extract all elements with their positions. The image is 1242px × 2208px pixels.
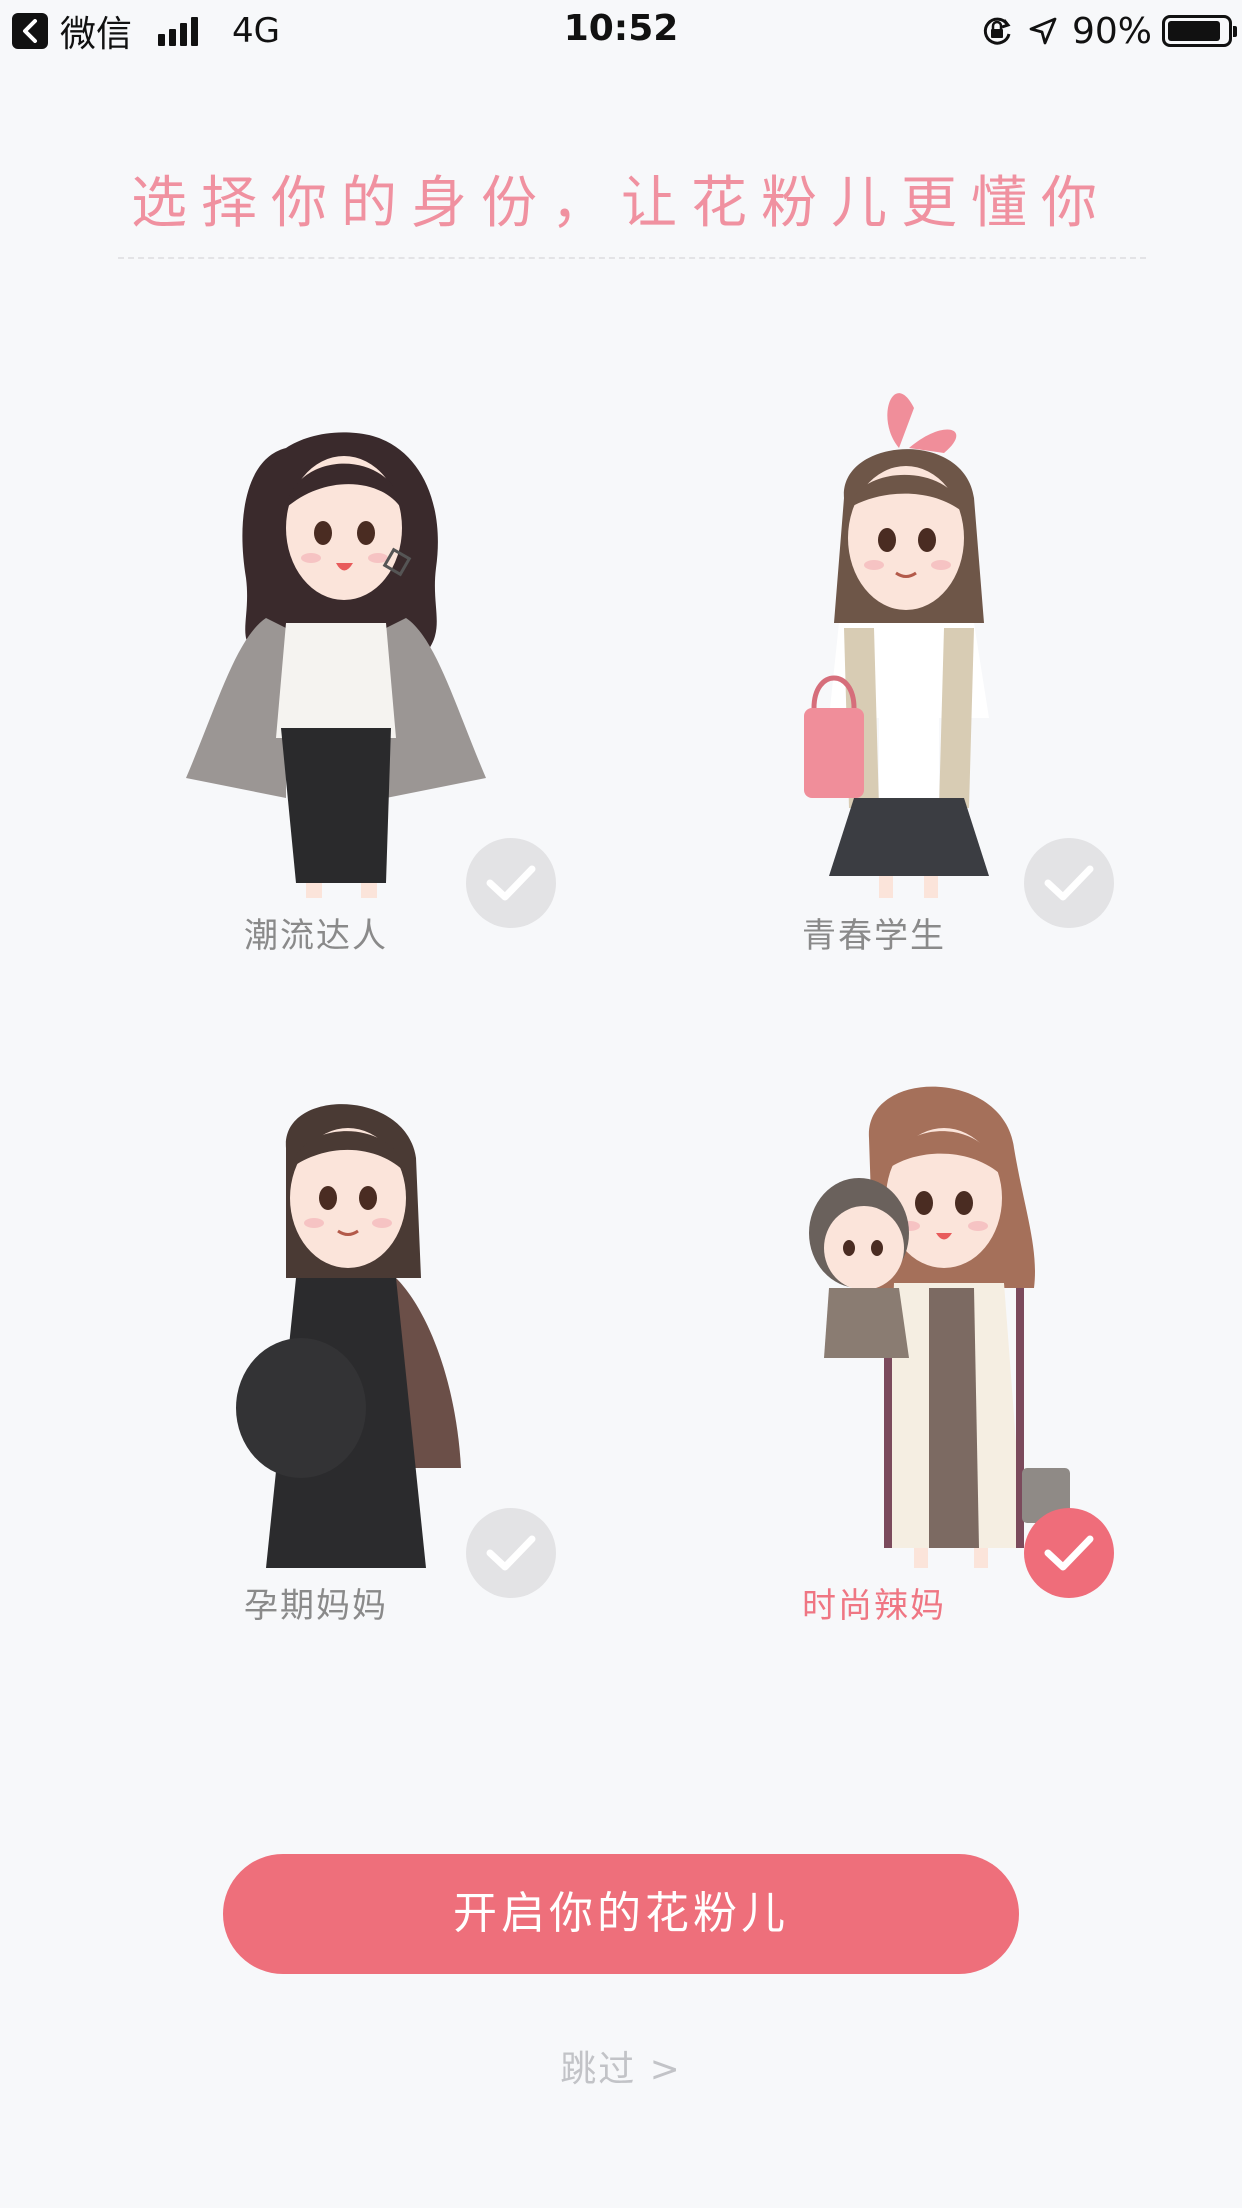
identity-card-student[interactable]: 青春学生 (644, 378, 1204, 978)
identity-label-trendsetter: 潮流达人 (244, 916, 388, 956)
identity-label-pregnant-mom: 孕期妈妈 (244, 1586, 388, 1626)
check-icon[interactable] (466, 1508, 556, 1598)
identity-card-pregnant-mom[interactable]: 孕期妈妈 (86, 1048, 646, 1648)
identity-card-stylish-mom[interactable]: 时尚辣妈 (644, 1048, 1204, 1648)
identity-label-student: 青春学生 (802, 916, 946, 956)
start-button[interactable]: 开启你的花粉儿 (223, 1854, 1019, 1974)
student-illustration (644, 378, 1204, 898)
status-right: 90% (980, 10, 1237, 52)
title-divider (118, 257, 1146, 259)
check-icon[interactable] (466, 838, 556, 928)
identity-card-trendsetter[interactable]: 潮流达人 (86, 378, 646, 978)
skip-link[interactable]: 跳过 > (0, 2040, 1242, 2092)
stylish-mom-illustration (644, 1048, 1204, 1568)
status-bar: 微信 4G 10:52 90% (0, 0, 1242, 62)
identity-label-stylish-mom: 时尚辣妈 (802, 1586, 946, 1626)
trendsetter-illustration (86, 378, 646, 898)
pregnant-mom-illustration (86, 1048, 646, 1568)
battery-icon (1162, 15, 1237, 47)
page-title: 选择你的身份，让花粉儿更懂你 (131, 171, 1111, 236)
battery-percent: 90% (1071, 10, 1152, 52)
check-icon[interactable] (1024, 838, 1114, 928)
rotation-lock-icon (983, 17, 1011, 45)
location-arrow-icon (1029, 17, 1057, 45)
check-icon[interactable] (1024, 1508, 1114, 1598)
